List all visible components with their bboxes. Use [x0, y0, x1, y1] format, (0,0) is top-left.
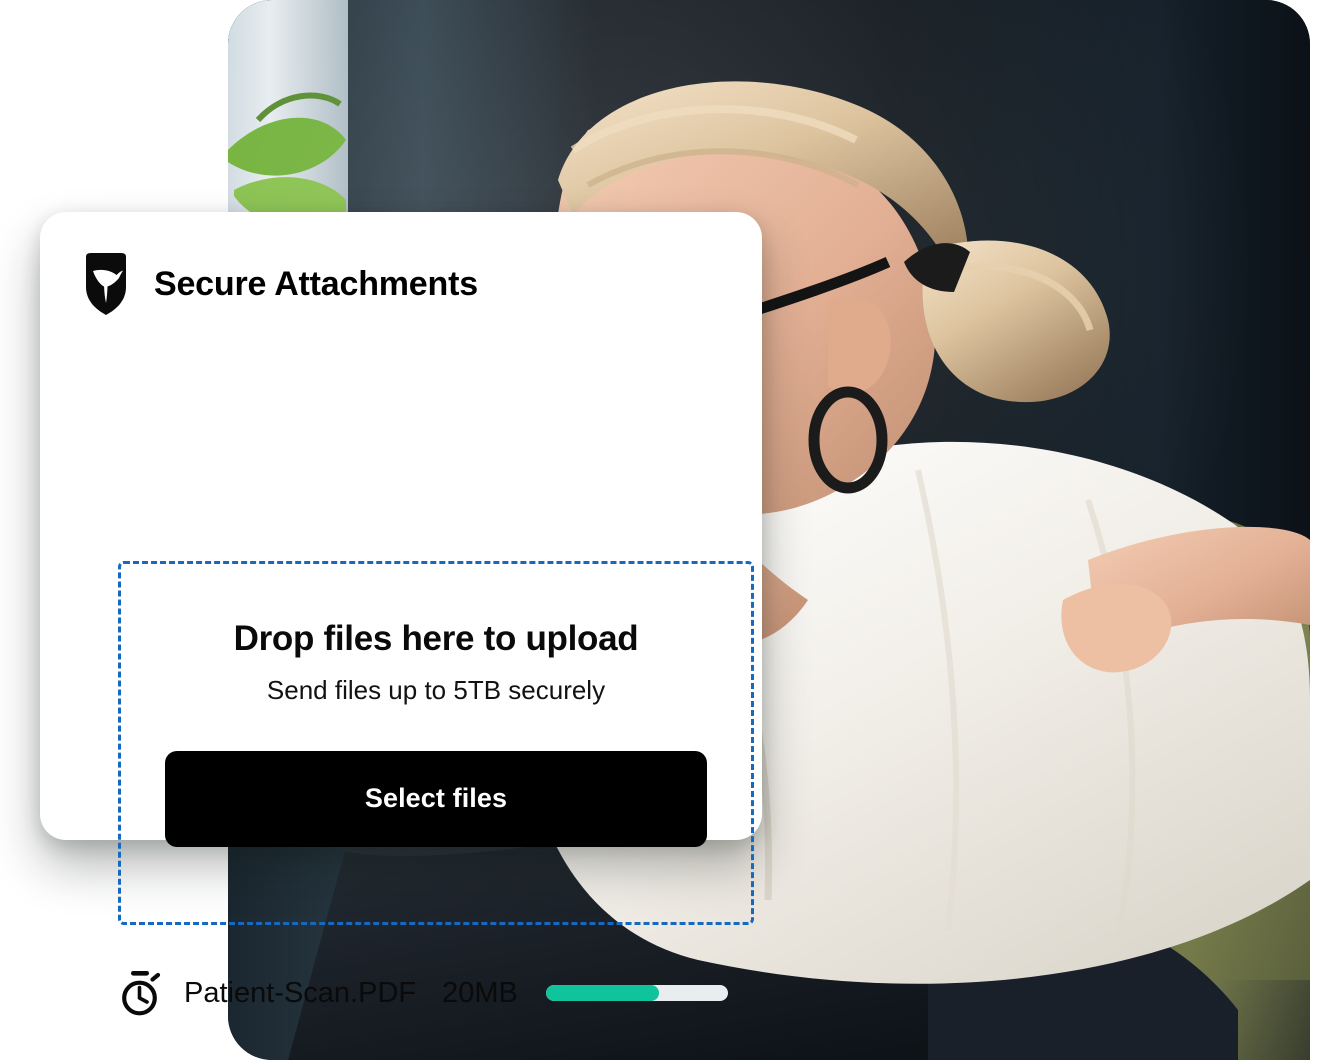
select-files-button[interactable]: Select files	[165, 750, 707, 847]
file-name: Patient-Scan.PDF	[184, 976, 417, 1009]
shield-bird-icon	[86, 253, 126, 315]
upload-progress-bar	[545, 985, 728, 1001]
secure-attachments-card: Secure Attachments Drop files here to up…	[40, 212, 762, 1016]
file-size: 20MB	[442, 976, 518, 1009]
upload-file-row: Patient-Scan.PDF 20MB	[118, 967, 778, 1019]
card-header: Secure Attachments	[78, 252, 724, 316]
stopwatch-icon	[122, 971, 161, 1016]
dropzone-subtitle: Send files up to 5TB securely	[266, 674, 606, 705]
file-dropzone[interactable]: Drop files here to upload Send files up …	[118, 561, 754, 925]
card-title: Secure Attachments	[154, 265, 478, 303]
upload-progress-fill	[545, 985, 659, 1001]
dropzone-title: Drop files here to upload	[233, 619, 639, 658]
screenshot-root: Secure Attachments Drop files here to up…	[0, 0, 1322, 1060]
